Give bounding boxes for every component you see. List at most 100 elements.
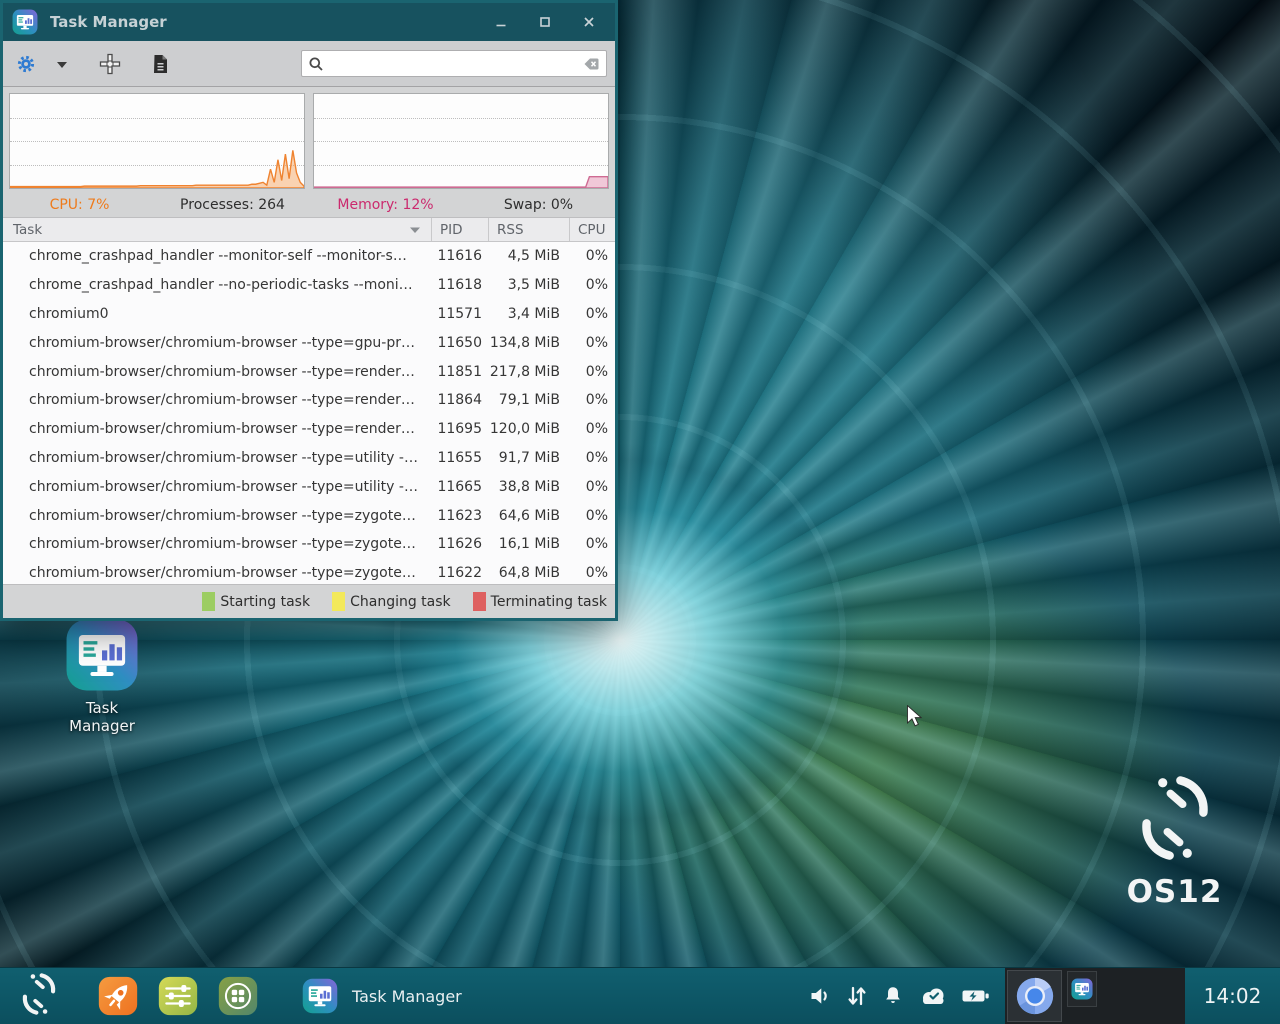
table-row[interactable]: chromium-browser/chromium-browser --type… (3, 501, 615, 530)
clear-search-icon[interactable] (578, 56, 600, 72)
rss-cell: 217,8 MiB (488, 364, 569, 380)
launcher-rocket-button[interactable] (98, 976, 138, 1016)
table-row[interactable]: chromium-browser/chromium-browser --type… (3, 559, 615, 584)
legend-item: Changing task (332, 592, 451, 611)
cpu-cell: 0% (569, 306, 615, 322)
minimize-icon (495, 16, 507, 28)
task-manager-window: Task Manager (0, 0, 618, 621)
task-cell: chromium-browser/chromium-browser --type… (3, 536, 431, 552)
os-logo-icon (1136, 849, 1214, 868)
cpu-cell: 0% (569, 392, 615, 408)
pid-cell: 11616 (431, 248, 488, 264)
app-grid-button[interactable] (218, 976, 258, 1016)
rss-cell: 64,8 MiB (488, 565, 569, 581)
legend-label: Changing task (350, 594, 451, 610)
close-button[interactable] (575, 10, 603, 34)
chromium-icon (1013, 974, 1057, 1018)
settings-sliders-button[interactable] (158, 976, 198, 1016)
cpu-graph (10, 94, 304, 188)
rss-cell: 134,8 MiB (488, 335, 569, 351)
column-header-rss[interactable]: RSS (488, 218, 569, 241)
pid-cell: 11695 (431, 421, 488, 437)
pid-cell: 11851 (431, 364, 488, 380)
rss-cell: 3,4 MiB (488, 306, 569, 322)
table-row[interactable]: chromium-browser/chromium-browser --type… (3, 415, 615, 444)
search-input[interactable] (328, 55, 574, 73)
rss-cell: 79,1 MiB (488, 392, 569, 408)
cpu-cell: 0% (569, 421, 615, 437)
pid-cell: 11655 (431, 450, 488, 466)
task-cell: chrome_crashpad_handler --no-periodic-ta… (3, 277, 431, 293)
task-manager-icon-small (302, 978, 338, 1014)
task-manager-icon (65, 618, 139, 692)
settings-button[interactable] (11, 47, 41, 81)
identify-window-button[interactable] (93, 47, 127, 81)
sort-descending-icon (409, 226, 421, 234)
stats-bar: CPU: 7% Processes: 264 Memory: 12% Swap:… (3, 193, 615, 217)
table-row[interactable]: chromium-browser/chromium-browser --type… (3, 386, 615, 415)
task-cell: chromium-browser/chromium-browser --type… (3, 364, 431, 380)
tray-task-manager-button[interactable] (1067, 971, 1097, 1007)
titlebar[interactable]: Task Manager (3, 3, 615, 41)
pid-cell: 11623 (431, 508, 488, 524)
column-header-pid[interactable]: PID (431, 218, 488, 241)
task-cell: chromium-browser/chromium-browser --type… (3, 479, 431, 495)
table-row[interactable]: chromium-browser/chromium-browser --type… (3, 328, 615, 357)
desktop-icon-task-manager[interactable]: Task Manager (56, 618, 148, 735)
legend-swatch (332, 592, 345, 611)
column-header-cpu[interactable]: CPU (569, 218, 615, 241)
window-app-icon (12, 9, 38, 35)
pid-cell: 11622 (431, 565, 488, 581)
stat-cpu: CPU: 7% (3, 197, 156, 213)
start-menu-button[interactable] (20, 971, 58, 1021)
notifications-bell-icon[interactable] (881, 984, 905, 1008)
maximize-button[interactable] (531, 10, 559, 34)
task-cell: chromium-browser/chromium-browser --type… (3, 565, 431, 581)
battery-charging-icon[interactable] (961, 986, 991, 1006)
crosshair-icon (99, 53, 121, 75)
table-row[interactable]: chromium0115713,4 MiB0% (3, 300, 615, 329)
taskbar: Task Manager (0, 967, 1280, 1024)
cpu-cell: 0% (569, 536, 615, 552)
pid-cell: 11665 (431, 479, 488, 495)
close-icon (583, 16, 595, 28)
cloud-sync-icon[interactable] (918, 984, 948, 1008)
table-row[interactable]: chrome_crashpad_handler --no-periodic-ta… (3, 271, 615, 300)
show-details-button[interactable] (143, 47, 177, 81)
minimize-button[interactable] (487, 10, 515, 34)
table-row[interactable]: chromium-browser/chromium-browser --type… (3, 472, 615, 501)
sliders-icon (158, 976, 198, 1016)
table-body: chrome_crashpad_handler --monitor-self -… (3, 242, 615, 584)
taskbar-task-manager-button[interactable]: Task Manager (302, 978, 462, 1014)
task-manager-tray-icon (1071, 978, 1093, 1000)
table-row[interactable]: chromium-browser/chromium-browser --type… (3, 444, 615, 473)
table-row[interactable]: chrome_crashpad_handler --monitor-self -… (3, 242, 615, 271)
system-tray (1005, 968, 1185, 1024)
search-box (301, 50, 607, 77)
pid-cell: 11626 (431, 536, 488, 552)
cpu-cell: 0% (569, 248, 615, 264)
legend-swatch (202, 592, 215, 611)
rss-header-label: RSS (497, 222, 524, 238)
toolbar (3, 41, 615, 87)
settings-dropdown-button[interactable] (49, 47, 75, 81)
rss-cell: 3,5 MiB (488, 277, 569, 293)
volume-icon[interactable] (807, 984, 833, 1008)
rss-cell: 91,7 MiB (488, 450, 569, 466)
os-logo-text: OS12 (1122, 874, 1227, 910)
cpu-cell: 0% (569, 508, 615, 524)
task-cell: chromium0 (3, 306, 431, 322)
cpu-graph-panel (9, 93, 305, 189)
window-title: Task Manager (50, 13, 487, 31)
network-traffic-icon[interactable] (846, 984, 868, 1008)
task-header-label: Task (13, 222, 42, 238)
taskbar-clock[interactable]: 14:02 (1185, 984, 1280, 1008)
table-row[interactable]: chromium-browser/chromium-browser --type… (3, 530, 615, 559)
table-row[interactable]: chromium-browser/chromium-browser --type… (3, 357, 615, 386)
os-logo-icon-small (20, 971, 58, 1021)
table-header: Task PID RSS CPU (3, 217, 615, 242)
column-header-task[interactable]: Task (3, 218, 431, 241)
task-cell: chromium-browser/chromium-browser --type… (3, 508, 431, 524)
maximize-icon (539, 16, 551, 28)
tray-chromium-button[interactable] (1007, 970, 1062, 1022)
